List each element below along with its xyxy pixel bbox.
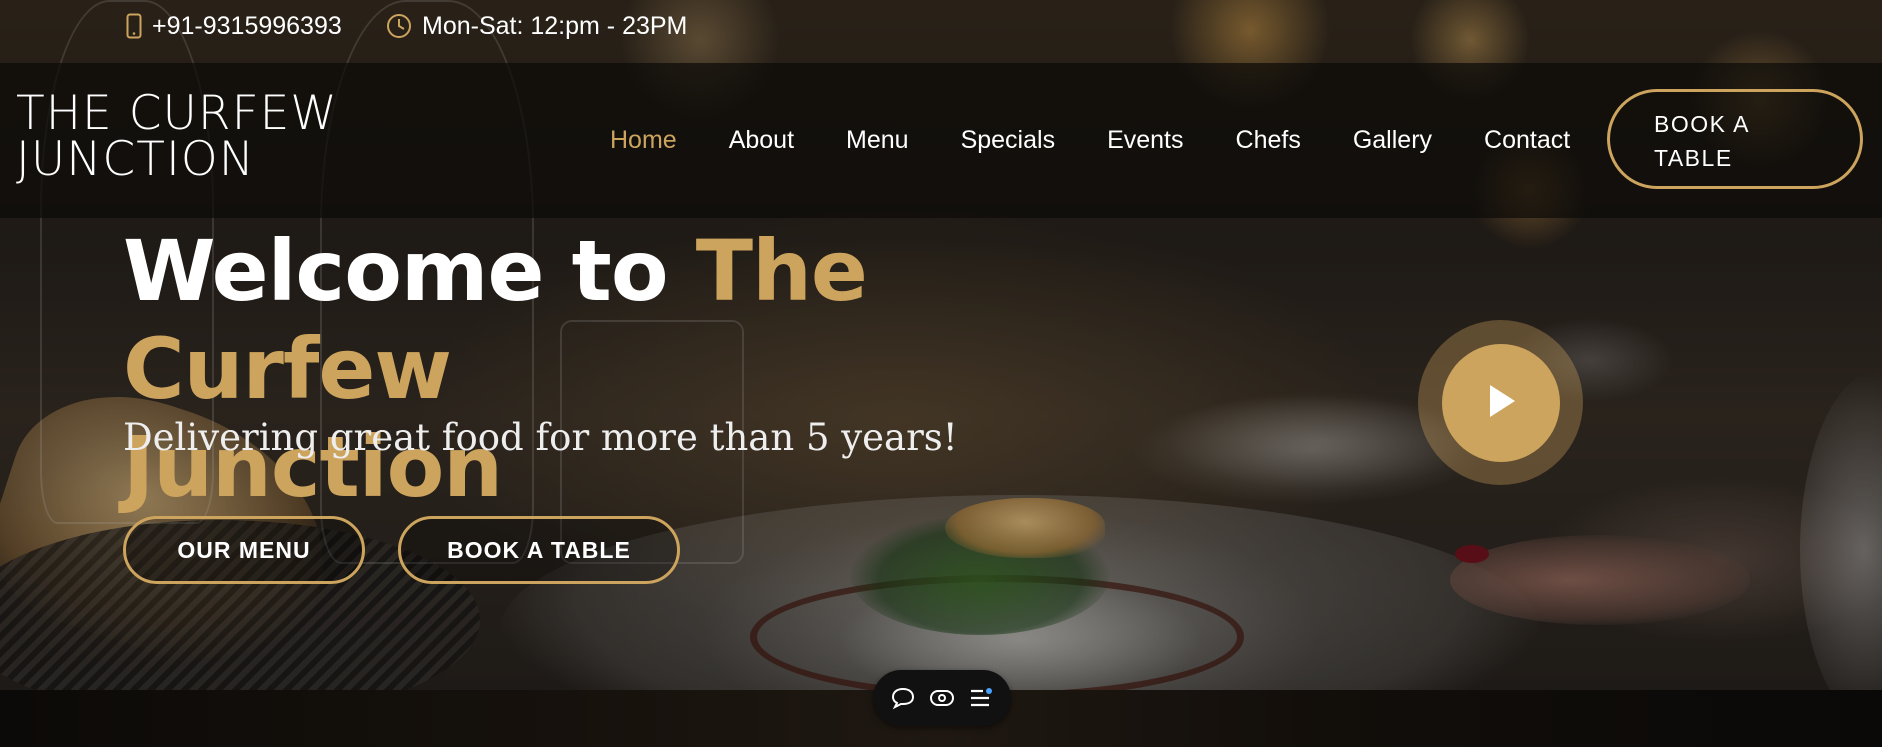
menu-list-icon[interactable] (968, 687, 994, 709)
phone-icon (126, 13, 142, 39)
nav-about[interactable]: About (729, 126, 794, 155)
book-table-button[interactable]: BOOK A TABLE (398, 516, 680, 584)
play-video-button[interactable] (1442, 344, 1560, 462)
headline-white: Welcome to (123, 222, 696, 320)
nav-menu[interactable]: Menu (846, 126, 909, 155)
book-table-nav-button[interactable]: BOOK A TABLE (1607, 89, 1863, 189)
book-button-line-1: BOOK A (1654, 111, 1750, 137)
main-nav: Home About Menu Specials Events Chefs Ga… (610, 63, 1622, 218)
our-menu-button[interactable]: OUR MENU (123, 516, 365, 584)
hours-info: Mon-Sat: 12:pm - 23PM (386, 0, 687, 52)
logo-line-1: THE CURFEW (16, 86, 338, 141)
phone-number[interactable]: +91-9315996393 (152, 12, 342, 41)
nav-chefs[interactable]: Chefs (1236, 126, 1301, 155)
main-header: THE CURFEW JUNCTION Home About Menu Spec… (0, 63, 1882, 218)
hero-headline: Welcome to The Curfew Junction (123, 222, 1223, 516)
top-info-bar: +91-9315996393 Mon-Sat: 12:pm - 23PM (0, 0, 1882, 52)
opening-hours: Mon-Sat: 12:pm - 23PM (422, 11, 688, 40)
nav-contact[interactable]: Contact (1484, 126, 1570, 155)
floating-toolbar (873, 670, 1011, 726)
phone-info: +91-9315996393 (126, 0, 342, 52)
play-icon (1484, 382, 1518, 424)
eye-icon[interactable] (929, 688, 955, 708)
nav-specials[interactable]: Specials (961, 126, 1056, 155)
chat-bubble-icon[interactable] (890, 686, 916, 710)
logo-line-2: JUNCTION (16, 132, 255, 187)
clock-icon (386, 13, 412, 39)
hero-tagline: Delivering great food for more than 5 ye… (123, 416, 958, 459)
nav-gallery[interactable]: Gallery (1353, 126, 1432, 155)
book-button-line-2: TABLE (1654, 145, 1733, 171)
nav-events[interactable]: Events (1107, 126, 1183, 155)
nav-home[interactable]: Home (610, 126, 677, 155)
site-logo[interactable]: THE CURFEW JUNCTION (16, 86, 416, 187)
